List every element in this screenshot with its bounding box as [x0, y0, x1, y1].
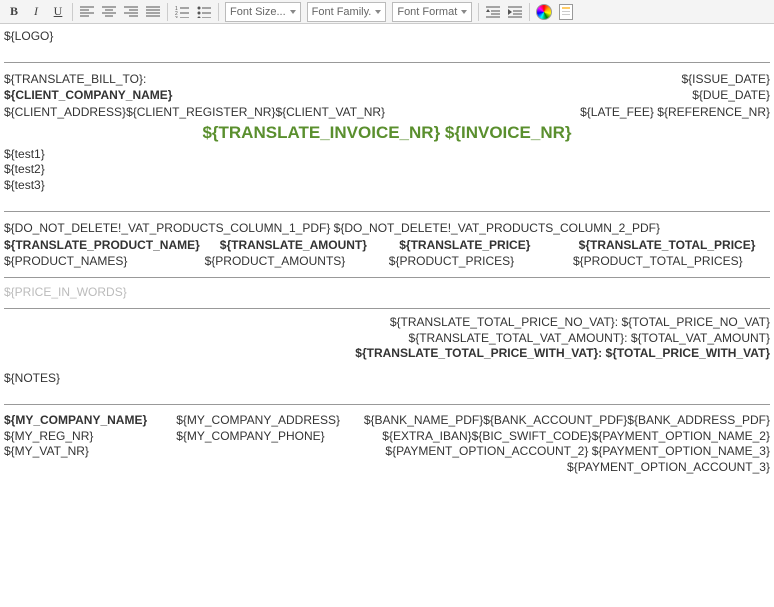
- palette-icon: [536, 4, 552, 20]
- font-family-label: Font Family.: [312, 6, 372, 18]
- footer-col-bank: ${BANK_NAME_PDF}${BANK_ACCOUNT_PDF}${BAN…: [364, 413, 770, 475]
- my-vat-nr: ${MY_VAT_NR}: [4, 444, 166, 460]
- th-price: ${TRANSLATE_PRICE}: [399, 237, 558, 253]
- footer-col-contact: ${MY_COMPANY_ADDRESS} ${MY_COMPANY_PHONE…: [176, 413, 354, 475]
- bold-button[interactable]: B: [4, 2, 24, 22]
- bank-line-1: ${BANK_NAME_PDF}${BANK_ACCOUNT_PDF}${BAN…: [364, 413, 770, 429]
- header-line-2: ${CLIENT_COMPANY_NAME} ${DUE_DATE}: [4, 87, 770, 103]
- align-justify-button[interactable]: [143, 2, 163, 22]
- footer-col-company: ${MY_COMPANY_NAME} ${MY_REG_NR} ${MY_VAT…: [4, 413, 166, 475]
- total-with-vat-line: ${TRANSLATE_TOTAL_PRICE_WITH_VAT}: ${TOT…: [4, 346, 770, 362]
- td-prices: ${PRODUCT_PRICES}: [389, 253, 553, 269]
- column-markers: ${DO_NOT_DELETE!_VAT_PRODUCTS_COLUMN_1_P…: [4, 220, 770, 236]
- my-reg-nr: ${MY_REG_NR}: [4, 429, 166, 445]
- invoice-title: ${TRANSLATE_INVOICE_NR} ${INVOICE_NR}: [4, 122, 770, 145]
- bill-to-label: ${TRANSLATE_BILL_TO}:: [4, 71, 146, 87]
- chevron-down-icon: [290, 10, 296, 14]
- font-family-select[interactable]: Font Family.: [307, 2, 387, 22]
- th-total: ${TRANSLATE_TOTAL_PRICE}: [579, 237, 770, 253]
- divider: [4, 404, 770, 405]
- logo-placeholder: ${LOGO}: [4, 28, 770, 44]
- insert-page-button[interactable]: [556, 2, 576, 22]
- td-amounts: ${PRODUCT_AMOUNTS}: [205, 253, 369, 269]
- test-block: ${test1} ${test2} ${test3}: [4, 147, 770, 194]
- price-in-words: ${PRICE_IN_WORDS}: [4, 284, 770, 300]
- color-picker-button[interactable]: [534, 2, 554, 22]
- my-company-phone: ${MY_COMPANY_PHONE}: [176, 429, 354, 445]
- svg-text:3: 3: [175, 16, 178, 18]
- product-header-row: ${TRANSLATE_PRODUCT_NAME} ${TRANSLATE_AM…: [4, 237, 770, 253]
- chevron-down-icon: [461, 10, 467, 14]
- late-fee-ref: ${LATE_FEE} ${REFERENCE_NR}: [580, 104, 770, 120]
- underline-button[interactable]: U: [48, 2, 68, 22]
- align-right-button[interactable]: [121, 2, 141, 22]
- footer-block: ${MY_COMPANY_NAME} ${MY_REG_NR} ${MY_VAT…: [4, 413, 770, 475]
- divider: [4, 211, 770, 212]
- total-no-vat-line: ${TRANSLATE_TOTAL_PRICE_NO_VAT}: ${TOTAL…: [4, 315, 770, 331]
- total-vat-amount-line: ${TRANSLATE_TOTAL_VAT_AMOUNT}: ${TOTAL_V…: [4, 331, 770, 347]
- separator: [167, 3, 168, 21]
- due-date: ${DUE_DATE}: [692, 87, 770, 103]
- separator: [72, 3, 73, 21]
- issue-date: ${ISSUE_DATE}: [682, 71, 771, 87]
- ordered-list-button[interactable]: 123: [172, 2, 192, 22]
- header-line-1: ${TRANSLATE_BILL_TO}: ${ISSUE_DATE}: [4, 71, 770, 87]
- test-1: ${test1}: [4, 147, 770, 163]
- bank-line-3: ${PAYMENT_OPTION_ACCOUNT_2} ${PAYMENT_OP…: [364, 444, 770, 460]
- align-center-button[interactable]: [99, 2, 119, 22]
- my-company-address: ${MY_COMPANY_ADDRESS}: [176, 413, 354, 429]
- client-company-name: ${CLIENT_COMPANY_NAME}: [4, 87, 172, 103]
- chevron-down-icon: [375, 10, 381, 14]
- product-data-row: ${PRODUCT_NAMES} ${PRODUCT_AMOUNTS} ${PR…: [4, 253, 770, 269]
- editor-canvas[interactable]: ${LOGO} ${TRANSLATE_BILL_TO}: ${ISSUE_DA…: [0, 24, 774, 480]
- font-format-label: Font Format: [397, 6, 457, 18]
- divider: [4, 308, 770, 309]
- test-3: ${test3}: [4, 178, 770, 194]
- separator: [529, 3, 530, 21]
- th-amount: ${TRANSLATE_AMOUNT}: [220, 237, 379, 253]
- unordered-list-button[interactable]: [194, 2, 214, 22]
- td-product-names: ${PRODUCT_NAMES}: [4, 253, 185, 269]
- header-line-3: ${CLIENT_ADDRESS}${CLIENT_REGISTER_NR}${…: [4, 104, 770, 120]
- notes: ${NOTES}: [4, 370, 770, 386]
- italic-button[interactable]: I: [26, 2, 46, 22]
- separator: [478, 3, 479, 21]
- font-size-select[interactable]: Font Size...: [225, 2, 301, 22]
- td-totals: ${PRODUCT_TOTAL_PRICES}: [573, 253, 770, 269]
- client-identifiers: ${CLIENT_ADDRESS}${CLIENT_REGISTER_NR}${…: [4, 104, 385, 120]
- th-product-name: ${TRANSLATE_PRODUCT_NAME}: [4, 237, 200, 253]
- bank-line-4: ${PAYMENT_OPTION_ACCOUNT_3}: [364, 460, 770, 476]
- my-company-name: ${MY_COMPANY_NAME}: [4, 413, 166, 429]
- outdent-button[interactable]: [483, 2, 503, 22]
- align-left-button[interactable]: [77, 2, 97, 22]
- divider: [4, 277, 770, 278]
- totals-block: ${TRANSLATE_TOTAL_PRICE_NO_VAT}: ${TOTAL…: [4, 315, 770, 362]
- test-2: ${test2}: [4, 162, 770, 178]
- font-format-select[interactable]: Font Format: [392, 2, 472, 22]
- separator: [218, 3, 219, 21]
- page-icon: [559, 4, 573, 20]
- font-size-label: Font Size...: [230, 6, 286, 18]
- bank-line-2: ${EXTRA_IBAN}${BIC_SWIFT_CODE}${PAYMENT_…: [364, 429, 770, 445]
- divider: [4, 62, 770, 63]
- editor-toolbar: B I U 123 Font Size... Font Family. Font…: [0, 0, 774, 24]
- indent-button[interactable]: [505, 2, 525, 22]
